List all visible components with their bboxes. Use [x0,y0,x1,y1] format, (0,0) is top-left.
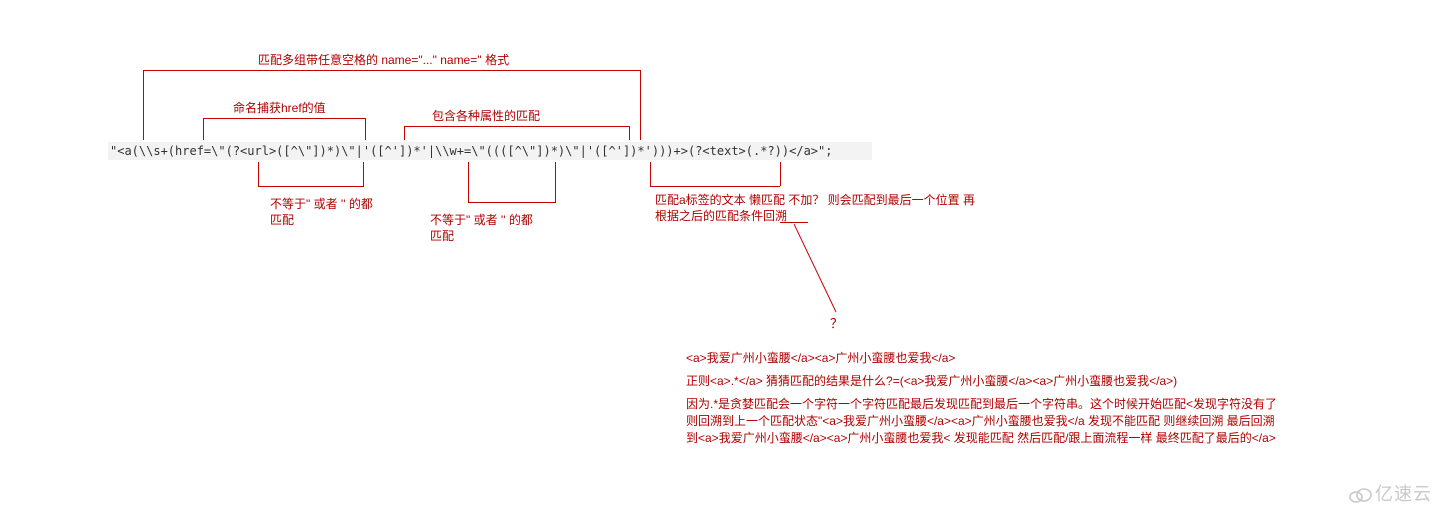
q-mark: ？ [830,316,843,332]
href-label: 命名捕获href的值 [233,100,326,116]
neq2-h [468,202,556,203]
underline-huisu [780,222,808,223]
example-line: <a>我爱广州小蛮腰</a><a>广州小蛮腰也爱我</a> [686,350,955,366]
neq1-r [363,162,364,186]
explanation-block: 正则<a>.*</a> 猜猜匹配的结果是什么?=(<a>我爱广州小蛮腰</a><… [686,373,1286,453]
neq2-r [555,162,556,202]
lazy-label: 匹配a标签的文本 懒匹配 不加？ 则会匹配到最后一个位置 再 根据之后的匹配条件… [655,192,1065,224]
regex-code: "<a(\\s+(href=\"(?<url>([^\"])*)\"|'([^'… [108,142,872,160]
neq1-h [258,186,364,187]
lazy-l [650,162,651,186]
para1: 正则<a>.*</a> 猜猜匹配的结果是什么?=(<a>我爱广州小蛮腰</a><… [686,373,1286,390]
para2: 因为.*是贪婪匹配会一个字符一个字符匹配最后发现匹配到最后一个字符串。这个时候开… [686,396,1286,447]
lazy-h [650,186,780,187]
diag-line [794,224,854,320]
neq2-label: 不等于" 或者 '' 的都 匹配 [430,212,565,244]
href-bracket-l [203,118,204,140]
lazy-r [780,162,781,186]
attrs-bracket-l [404,126,405,140]
attrs-bracket-h [404,126,629,127]
top-bracket-r [640,70,641,140]
attrs-bracket-r [629,126,630,140]
neq2-l [468,162,469,202]
attrs-label: 包含各种属性的匹配 [432,108,540,124]
top-bracket-h [143,70,640,71]
href-bracket-h [203,118,365,119]
href-bracket-r [365,118,366,140]
top-label: 匹配多组带任意空格的 name="..." name='' 格式 [258,52,509,68]
watermark: 亿速云 [1347,480,1432,506]
neq1-l [258,162,259,186]
top-bracket-l [143,70,144,140]
watermark-text: 亿速云 [1375,484,1432,504]
neq1-label: 不等于" 或者 '' 的都 匹配 [270,196,405,228]
